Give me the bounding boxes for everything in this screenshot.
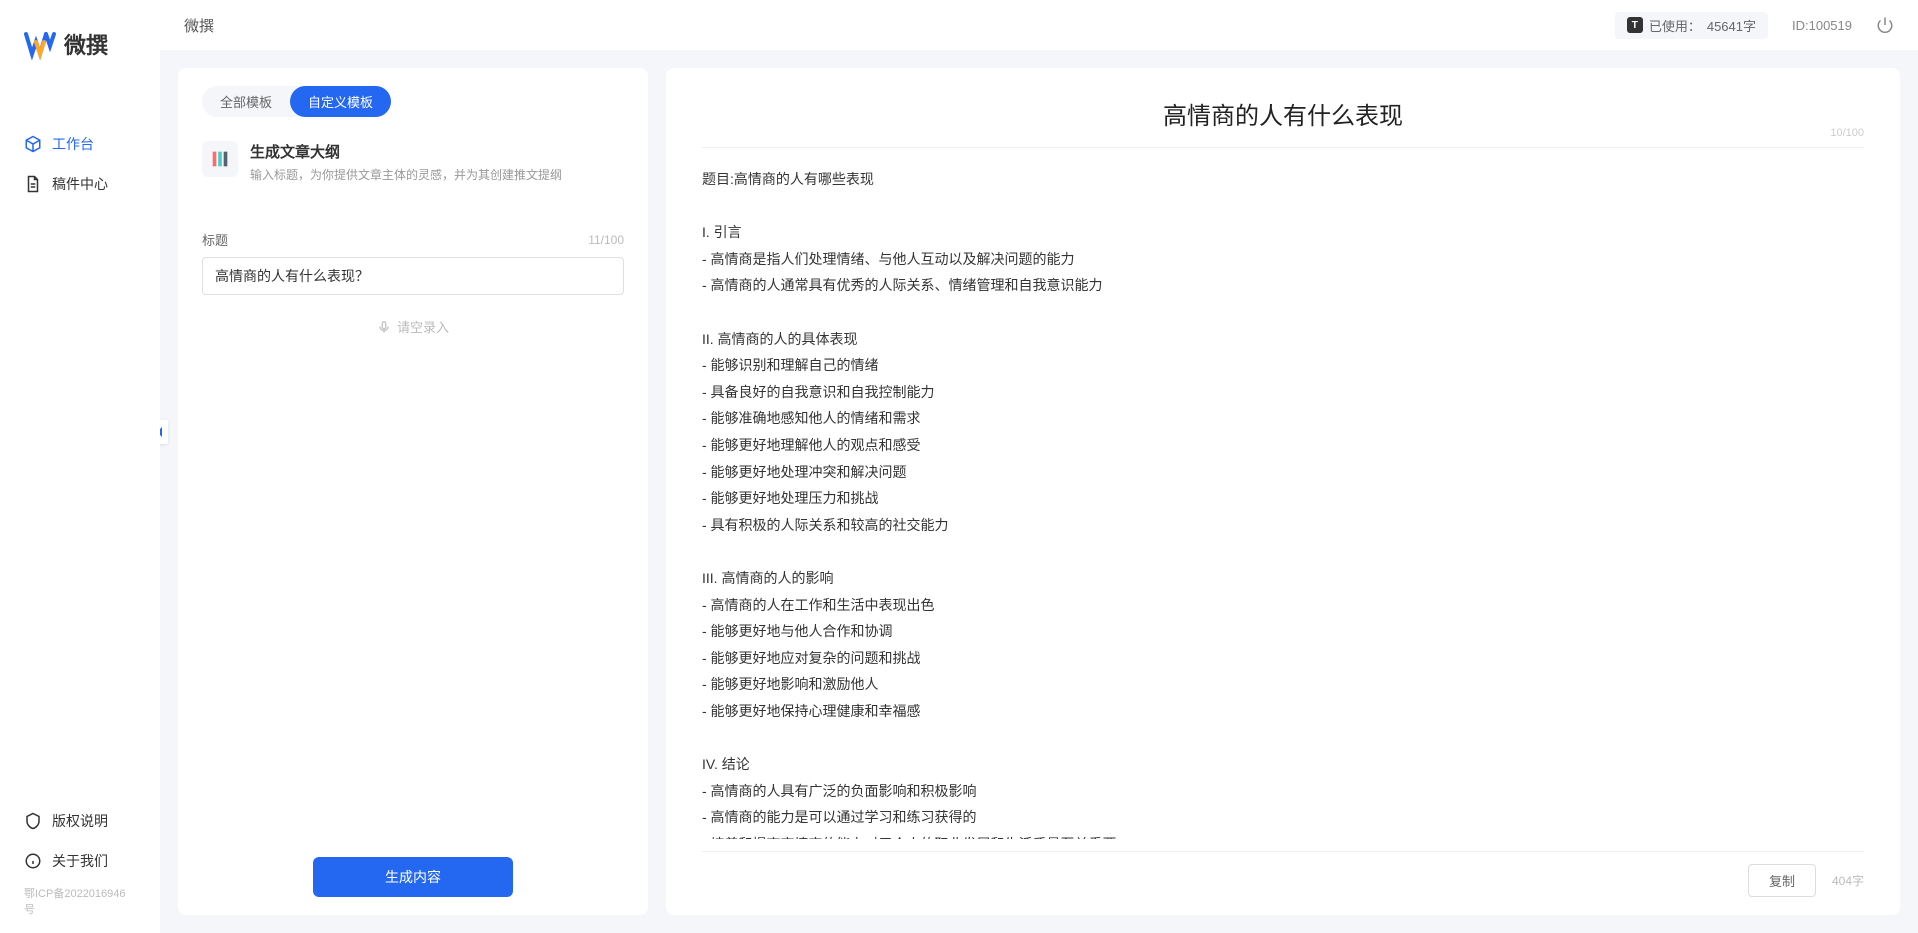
nav-list: 工作台 稿件中心 <box>0 100 160 793</box>
usage-prefix: 已使用： <box>1649 16 1701 35</box>
sidebar-bottom: 版权说明 关于我们 鄂ICP备2022016946号 <box>0 793 160 933</box>
nav-item-about[interactable]: 关于我们 <box>0 841 160 881</box>
output-panel: 高情商的人有什么表现 10/100 题目:高情商的人有哪些表现 I. 引言 - … <box>666 68 1900 915</box>
topbar-title: 微撰 <box>184 15 214 36</box>
nav-item-copyright[interactable]: 版权说明 <box>0 801 160 841</box>
document-icon <box>24 175 42 193</box>
output-text: 题目:高情商的人有哪些表现 I. 引言 - 高情商是指人们处理情绪、与他人互动以… <box>702 166 1864 839</box>
usage-value: 45641字 <box>1707 16 1756 35</box>
text-count-icon: T <box>1627 17 1643 33</box>
info-icon <box>24 852 42 870</box>
nav-label: 工作台 <box>52 134 94 154</box>
title-input[interactable] <box>202 257 624 295</box>
input-panel: 全部模板 自定义模板 生成文章大纲 输入标题，为你提供文章主体的灵感，并为其创建… <box>178 68 648 915</box>
cube-icon <box>24 135 42 153</box>
nav-label: 稿件中心 <box>52 174 108 194</box>
nav-item-drafts[interactable]: 稿件中心 <box>0 164 160 204</box>
sidebar-collapse-handle[interactable] <box>160 420 168 444</box>
nav-label: 版权说明 <box>52 811 108 831</box>
sidebar: 微撰 工作台 稿件中心 版权说明 <box>0 0 160 933</box>
generate-button[interactable]: 生成内容 <box>313 857 513 897</box>
logo-text: 微撰 <box>64 28 108 60</box>
title-char-count: 11/100 <box>588 233 624 247</box>
tab-custom-templates[interactable]: 自定义模板 <box>290 86 391 117</box>
template-tabs: 全部模板 自定义模板 <box>202 86 391 117</box>
icp-footer: 鄂ICP备2022016946号 <box>0 881 160 921</box>
tab-all-templates[interactable]: 全部模板 <box>202 86 290 117</box>
user-id: ID:100519 <box>1792 18 1852 33</box>
nav-item-workspace[interactable]: 工作台 <box>0 124 160 164</box>
output-body[interactable]: 题目:高情商的人有哪些表现 I. 引言 - 高情商是指人们处理情绪、与他人互动以… <box>702 166 1864 839</box>
output-title: 高情商的人有什么表现 <box>1163 96 1403 131</box>
template-desc: 输入标题，为你提供文章主体的灵感，并为其创建推文提纲 <box>250 166 624 184</box>
template-card: 生成文章大纲 输入标题，为你提供文章主体的灵感，并为其创建推文提纲 <box>202 137 624 202</box>
copy-button[interactable]: 复制 <box>1748 864 1816 897</box>
title-label: 标题 <box>202 230 228 249</box>
shield-icon <box>24 812 42 830</box>
template-title: 生成文章大纲 <box>250 141 624 162</box>
voice-hint-text: 请空录入 <box>397 317 449 336</box>
template-icon <box>202 141 238 177</box>
nav-label: 关于我们 <box>52 851 108 871</box>
mic-icon <box>377 320 391 334</box>
topbar: 微撰 T 已使用： 45641字 ID:100519 <box>160 0 1918 50</box>
logo-icon <box>24 28 56 60</box>
power-icon[interactable] <box>1876 16 1894 34</box>
usage-badge[interactable]: T 已使用： 45641字 <box>1615 12 1768 39</box>
output-char-count: 404字 <box>1832 872 1864 889</box>
voice-input-hint[interactable]: 请空录入 <box>202 317 624 336</box>
output-title-count: 10/100 <box>1830 127 1864 139</box>
logo: 微撰 <box>0 28 160 100</box>
